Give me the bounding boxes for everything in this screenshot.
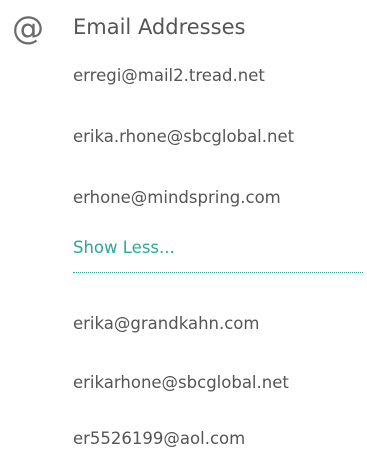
email-address[interactable]: erika.rhone@sbcglobal.net [73,126,294,148]
dotted-divider [73,272,363,273]
email-address[interactable]: erregi@mail2.tread.net [73,65,265,87]
section-title: Email Addresses [73,15,246,39]
email-address[interactable]: erhone@mindspring.com [73,187,281,209]
email-address[interactable]: erika@grandkahn.com [73,313,259,335]
email-address[interactable]: erikarhone@sbcglobal.net [73,372,289,394]
email-address[interactable]: er5526199@aol.com [73,428,245,450]
show-less-container: Show Less... [73,237,363,275]
at-icon: @ [12,9,44,47]
show-less-link[interactable]: Show Less... [73,237,175,259]
